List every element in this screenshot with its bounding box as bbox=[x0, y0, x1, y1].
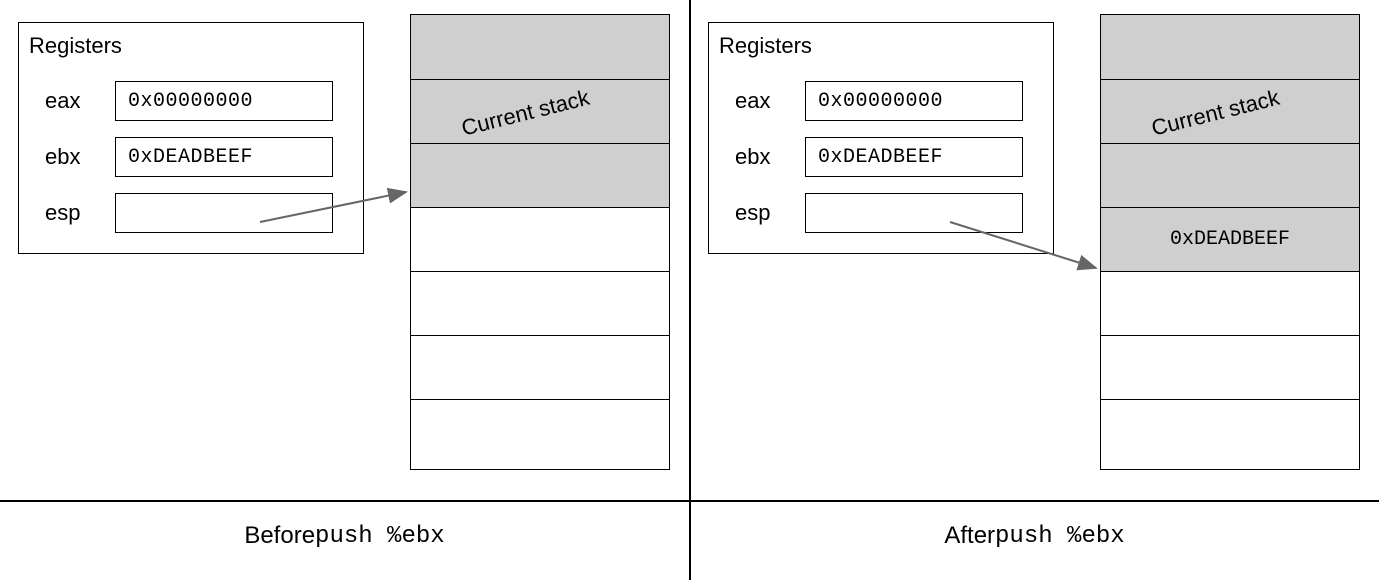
register-name: ebx bbox=[45, 144, 115, 170]
caption-text: Before bbox=[244, 522, 315, 550]
register-value bbox=[115, 193, 333, 233]
register-value: 0x00000000 bbox=[115, 81, 333, 121]
register-value bbox=[805, 193, 1023, 233]
stack-cell bbox=[411, 399, 669, 471]
registers-box: Registers eax 0x00000000 ebx 0xDEADBEEF … bbox=[708, 22, 1054, 254]
caption-code: push %ebx bbox=[315, 523, 445, 550]
stack-after: 0xDEADBEEF bbox=[1100, 14, 1360, 470]
register-name: ebx bbox=[735, 144, 805, 170]
caption-text: After bbox=[944, 522, 995, 550]
stack-cell bbox=[1101, 79, 1359, 143]
registers-box: Registers eax 0x00000000 ebx 0xDEADBEEF … bbox=[18, 22, 364, 254]
stack-cell: 0xDEADBEEF bbox=[1101, 207, 1359, 271]
register-value: 0x00000000 bbox=[805, 81, 1023, 121]
caption-before: Before push %ebx bbox=[0, 502, 689, 570]
register-name: eax bbox=[45, 88, 115, 114]
stack-cell bbox=[1101, 15, 1359, 79]
stack-cell bbox=[1101, 143, 1359, 207]
registers-title: Registers bbox=[29, 33, 122, 59]
stack-before bbox=[410, 14, 670, 470]
stack-cell bbox=[1101, 399, 1359, 471]
before-panel: Registers eax 0x00000000 ebx 0xDEADBEEF … bbox=[0, 0, 689, 490]
register-row-ebx: ebx 0xDEADBEEF bbox=[45, 135, 333, 179]
register-row-esp: esp bbox=[735, 191, 1023, 235]
stack-cell bbox=[411, 207, 669, 271]
register-row-eax: eax 0x00000000 bbox=[735, 79, 1023, 123]
stack-cell bbox=[411, 15, 669, 79]
stack-cell bbox=[411, 143, 669, 207]
register-row-ebx: ebx 0xDEADBEEF bbox=[735, 135, 1023, 179]
caption-after: After push %ebx bbox=[690, 502, 1379, 570]
stack-cell bbox=[1101, 271, 1359, 335]
register-value: 0xDEADBEEF bbox=[805, 137, 1023, 177]
stack-cell bbox=[411, 335, 669, 399]
stack-cell bbox=[1101, 335, 1359, 399]
register-name: esp bbox=[735, 200, 805, 226]
registers-title: Registers bbox=[719, 33, 812, 59]
after-panel: Registers eax 0x00000000 ebx 0xDEADBEEF … bbox=[690, 0, 1379, 490]
caption-code: push %ebx bbox=[995, 523, 1125, 550]
register-name: eax bbox=[735, 88, 805, 114]
register-row-esp: esp bbox=[45, 191, 333, 235]
register-row-eax: eax 0x00000000 bbox=[45, 79, 333, 123]
register-name: esp bbox=[45, 200, 115, 226]
caption-row: Before push %ebx After push %ebx bbox=[0, 500, 1379, 570]
stack-cell bbox=[411, 79, 669, 143]
stack-cell bbox=[411, 271, 669, 335]
register-value: 0xDEADBEEF bbox=[115, 137, 333, 177]
